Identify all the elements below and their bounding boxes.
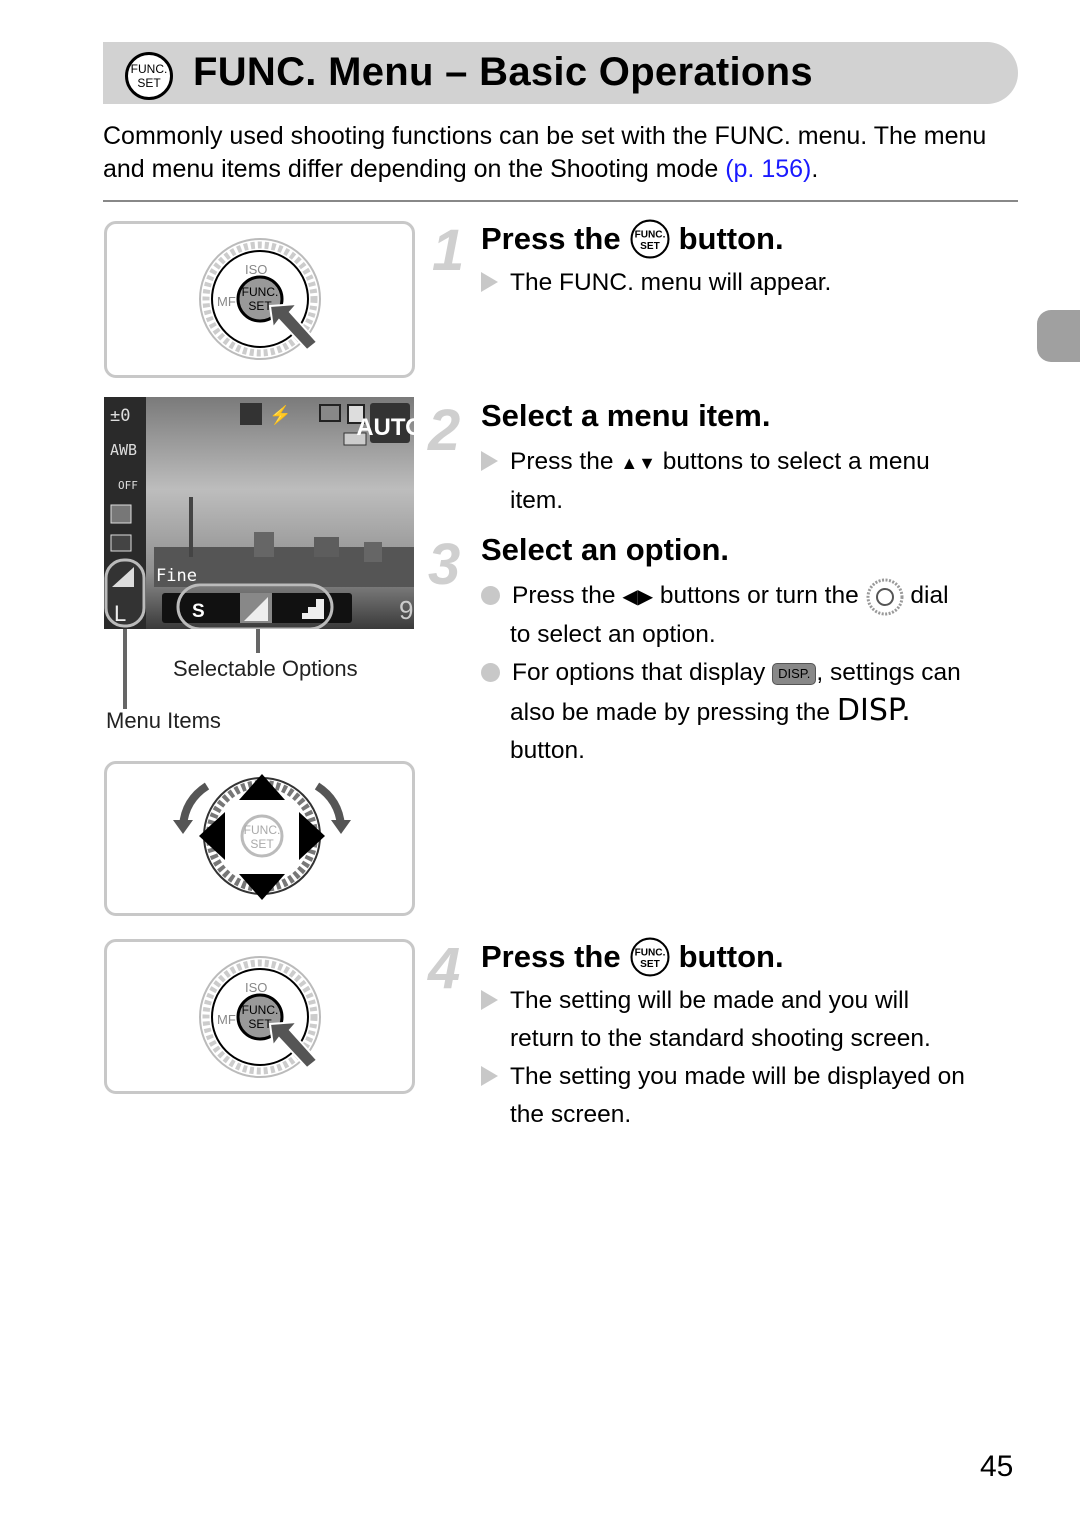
metering-icon (110, 534, 132, 552)
set-label: SET (248, 299, 272, 313)
page-reference-link[interactable]: (p. 156) (725, 155, 811, 183)
title-text: Press the (481, 221, 621, 256)
step-number: 3 (428, 532, 461, 597)
func-set-button-icon: FUNC. SET (125, 52, 173, 100)
step-3-bullets: Press the ◀▶ buttons or turn the dial to… (481, 577, 1041, 770)
icon-text-top: FUNC. (634, 229, 665, 240)
step-number: 4 (428, 936, 461, 1001)
illustration-dial-arrows: FUNC. SET (104, 761, 415, 916)
camera-lcd-screen: ±0 AWB OFF ⚡ AUTO Fine S 9 L (104, 397, 414, 629)
chapter-tab (1037, 310, 1080, 362)
bullet-text: dial (910, 582, 949, 609)
result-arrow-icon (481, 272, 498, 292)
iso-auto-icon (240, 403, 262, 425)
divider (103, 200, 1018, 202)
control-dial-icon (866, 578, 904, 616)
shooting-mode-indicator: AUTO (356, 414, 414, 441)
menu-items-callout-line (123, 629, 127, 709)
bullet-continuation: button. (510, 737, 585, 764)
bullet-dot-icon (481, 586, 500, 605)
func-set-button-icon: FUNC. SET (630, 937, 670, 977)
tower (189, 497, 193, 557)
icon-text-bottom: SET (640, 959, 660, 970)
title-text: button. (678, 939, 784, 974)
step-4-bullets: The setting will be made and you will re… (481, 982, 1041, 1134)
dial-arrows-graphic: FUNC. SET (173, 774, 351, 900)
bullet-text: The setting will be made and you will (510, 987, 910, 1014)
illustration-press-func-set-confirm: ISO MF FUNC. SET (104, 939, 415, 1094)
icon-text-bottom: SET (137, 76, 161, 90)
result-arrow-icon (481, 1066, 498, 1086)
dial-press-graphic: ISO MF FUNC. SET (199, 956, 321, 1078)
result-arrow-icon (481, 451, 498, 471)
step-2-bullet: Press the ▲▼ buttons to select a menu it… (481, 443, 1021, 520)
func-set-button-icon: FUNC. SET (630, 219, 670, 259)
func-label: FUNC. (242, 285, 279, 299)
selectable-options-label: Selectable Options (173, 656, 358, 681)
icon-text-top: FUNC. (634, 947, 665, 958)
bullet-text: , settings can (816, 659, 961, 686)
step-number: 2 (428, 398, 461, 463)
title-text: Press the (481, 939, 621, 974)
up-down-arrows-icon: ▲▼ (620, 453, 656, 473)
bullet-text: buttons to select a menu (662, 448, 930, 475)
bullet-text: For options that display (512, 659, 766, 686)
bullet-text: Press the (512, 582, 616, 609)
icon-text-top: FUNC. (131, 62, 168, 76)
bullet-text: Press the (510, 448, 614, 475)
intro-end: . (811, 155, 819, 183)
image-size-indicator: L (114, 601, 126, 626)
disp-badge: DISP. (772, 662, 817, 685)
page-title: FUNC. Menu – Basic Operations (193, 50, 813, 94)
mf-label: MF (217, 1012, 236, 1027)
bullet-continuation: the screen. (510, 1101, 632, 1128)
set-label: SET (248, 1017, 272, 1031)
left-right-arrows-icon: ◀▶ (622, 586, 654, 608)
step-2-title: Select a menu item. (481, 398, 771, 433)
white-balance-value: AWB (110, 441, 137, 459)
iso-label: ISO (245, 980, 267, 995)
step-3-title: Select an option. (481, 532, 730, 567)
intro-text: Commonly used shooting functions can be … (103, 122, 987, 183)
superfine-quality-icon: S (192, 601, 205, 622)
func-label: FUNC. (242, 1003, 279, 1017)
bullet-text: The FUNC. menu will appear. (510, 269, 832, 296)
icon-text-bottom: SET (640, 241, 660, 252)
bullet-text: buttons or turn the (659, 582, 859, 609)
mf-label: MF (217, 294, 236, 309)
iso-label: ISO (245, 262, 267, 277)
bullet-text: The setting you made will be displayed o… (510, 1063, 965, 1090)
intro-paragraph: Commonly used shooting functions can be … (103, 120, 1023, 186)
result-arrow-icon (481, 990, 498, 1010)
my-colors-value: OFF (118, 479, 138, 492)
bullet-continuation: item. (510, 487, 564, 514)
exposure-comp-value: ±0 (110, 406, 130, 426)
selected-option-label: Fine (156, 566, 197, 586)
step-1-bullet: The FUNC. menu will appear. (481, 264, 831, 302)
bullet-continuation: return to the standard shooting screen. (510, 1025, 931, 1052)
set-label: SET (250, 837, 274, 851)
options-callout-line (256, 629, 260, 653)
bullet-continuation: to select an option. (510, 621, 716, 648)
drive-mode-icon (319, 404, 341, 422)
bullet-dot-icon (481, 663, 500, 682)
menu-items-label: Menu Items (106, 708, 221, 733)
step-4-title: Press the FUNC. SET button. (481, 936, 784, 978)
disp-button-label: DISP. (836, 693, 911, 728)
func-label: FUNC. (244, 823, 281, 837)
flash-comp-icon (110, 504, 132, 524)
title-text: button. (678, 221, 784, 256)
bullet-continuation: also be made by pressing the (510, 699, 831, 726)
step-1-title: Press the FUNC. SET button. (481, 218, 784, 260)
dial-press-graphic: ISO MF FUNC. SET (199, 238, 321, 360)
illustration-press-func-set: ISO MF FUNC. SET (104, 221, 415, 378)
shots-remaining: 9 (399, 595, 413, 625)
flash-auto-icon: ⚡ (269, 404, 291, 426)
step-number: 1 (432, 218, 465, 283)
page-number: 45 (980, 1450, 1014, 1483)
